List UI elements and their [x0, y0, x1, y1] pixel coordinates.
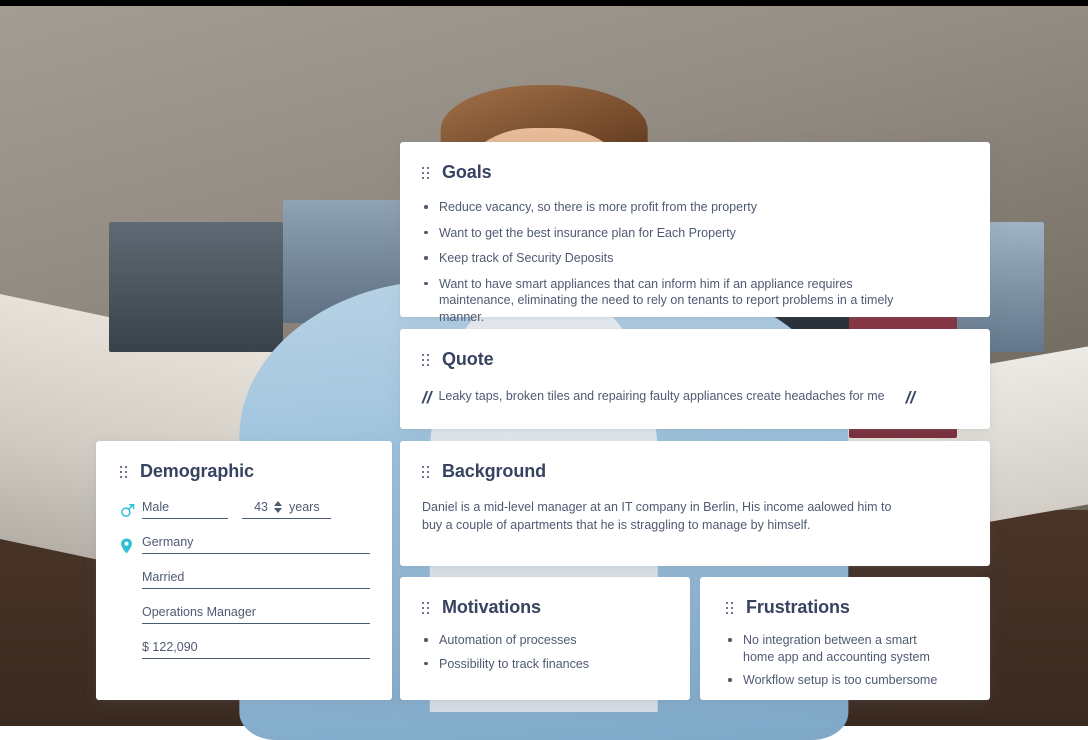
drag-handle-icon[interactable]: [422, 465, 431, 478]
stepper-up-icon[interactable]: [274, 501, 282, 506]
quote-text: Leaky taps, broken tiles and repairing f…: [438, 389, 885, 403]
persona-photo[interactable]: [0, 6, 1088, 740]
frustrations-title-row: Frustrations: [726, 597, 964, 618]
list-item: Reduce vacancy, so there is more profit …: [422, 199, 924, 216]
quote-title: Quote: [442, 349, 494, 369]
marital-status-row: Married: [142, 570, 370, 589]
goals-title-row: Goals: [422, 162, 964, 183]
drag-handle-icon[interactable]: [422, 353, 431, 366]
demographic-title-row: Demographic: [120, 461, 370, 482]
list-item: Possibility to track finances: [422, 656, 664, 673]
list-item: No integration between a smart home app …: [726, 632, 946, 665]
background-card: Background Daniel is a mid-level manager…: [400, 441, 990, 566]
gender-age-row: Male 43 years: [120, 500, 370, 519]
frustrations-card: Frustrations No integration between a sm…: [700, 577, 990, 700]
quote-title-row: Quote: [422, 349, 964, 370]
quote-card: Quote // Leaky taps, broken tiles and re…: [400, 329, 990, 429]
list-item: Workflow setup is too cumbersome: [726, 672, 946, 689]
male-gender-icon: [120, 502, 142, 519]
income-field[interactable]: $ 122,090: [142, 640, 370, 659]
motivations-title-row: Motivations: [422, 597, 664, 618]
demographic-card: Demographic Male 43 years Germany Marrie…: [96, 441, 392, 700]
drag-handle-icon[interactable]: [422, 166, 431, 179]
occupation-field[interactable]: Operations Manager: [142, 605, 370, 624]
demographic-title: Demographic: [140, 461, 254, 481]
stepper-down-icon[interactable]: [274, 508, 282, 513]
list-item: Automation of processes: [422, 632, 664, 649]
location-pin-icon: [120, 537, 142, 554]
list-item: Want to have smart appliances that can i…: [422, 276, 924, 326]
drag-handle-icon[interactable]: [422, 601, 431, 614]
background-title-row: Background: [422, 461, 964, 482]
age-value: 43: [254, 500, 268, 514]
frustrations-list: No integration between a smart home app …: [726, 632, 964, 689]
persona-board: NAME Daniel Albrecht MARKET SIZE 38% TYP…: [0, 6, 1088, 740]
location-row: Germany: [120, 535, 370, 554]
motivations-card: Motivations Automation of processes Poss…: [400, 577, 690, 700]
location-field[interactable]: Germany: [142, 535, 370, 554]
quote-open-mark-icon: //: [422, 388, 432, 407]
motivations-list: Automation of processes Possibility to t…: [422, 632, 664, 672]
background-title: Background: [442, 461, 547, 481]
age-unit-label: years: [289, 500, 320, 514]
gender-field[interactable]: Male: [142, 500, 228, 519]
drag-handle-icon[interactable]: [120, 465, 129, 478]
background-text: Daniel is a mid-level manager at an IT c…: [422, 500, 892, 532]
age-field[interactable]: 43 years: [242, 500, 331, 519]
quote-close-mark-icon: //: [905, 388, 916, 407]
occupation-row: Operations Manager: [142, 605, 370, 624]
goals-title: Goals: [442, 162, 492, 182]
list-item: Keep track of Security Deposits: [422, 250, 924, 267]
goals-list: Reduce vacancy, so there is more profit …: [422, 199, 964, 325]
marital-status-field[interactable]: Married: [142, 570, 370, 589]
quote-row: // Leaky taps, broken tiles and repairin…: [422, 389, 964, 406]
drag-handle-icon[interactable]: [726, 601, 735, 614]
motivations-title: Motivations: [442, 597, 541, 617]
demographic-fields: Male 43 years Germany Married Operations…: [120, 500, 370, 659]
list-item: Want to get the best insurance plan for …: [422, 225, 924, 242]
frustrations-title: Frustrations: [746, 597, 850, 617]
persona-photo-image: [0, 6, 1088, 740]
income-row: $ 122,090: [142, 640, 370, 659]
goals-card: Goals Reduce vacancy, so there is more p…: [400, 142, 990, 324]
age-stepper[interactable]: [274, 501, 283, 514]
